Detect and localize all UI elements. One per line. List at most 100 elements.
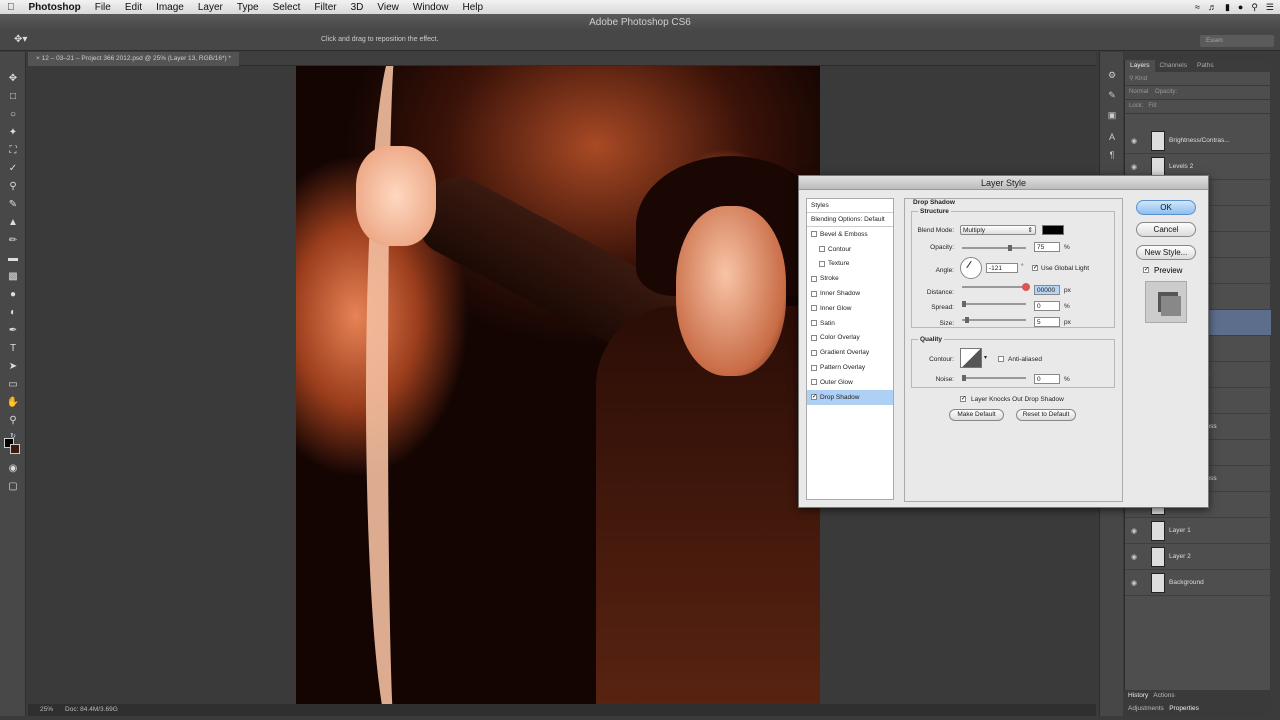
menu-type[interactable]: Type bbox=[230, 2, 266, 13]
style-checkbox[interactable] bbox=[811, 364, 817, 371]
pen-tool-icon[interactable]: ✒ bbox=[6, 324, 20, 338]
layer-blend-mode[interactable]: Normal bbox=[1129, 89, 1148, 95]
document-tab[interactable]: × 12 – 03–21 – Project 366 2012.psd @ 25… bbox=[28, 52, 240, 66]
apple-icon[interactable]:  bbox=[0, 2, 22, 13]
contour-dropdown-icon[interactable]: ▾ bbox=[984, 354, 987, 361]
layer-filter[interactable]: ⚲ Kind bbox=[1125, 72, 1270, 86]
style-item[interactable]: Pattern Overlay bbox=[807, 360, 893, 375]
new-style-button[interactable]: New Style... bbox=[1136, 245, 1196, 260]
stamp-tool-icon[interactable]: ▲ bbox=[6, 216, 20, 230]
style-item[interactable]: Stroke bbox=[807, 271, 893, 286]
history-panel-icon[interactable]: ⚙ bbox=[1106, 70, 1118, 82]
document-canvas-image[interactable] bbox=[296, 66, 820, 706]
style-checkbox[interactable] bbox=[811, 334, 817, 341]
style-checkbox[interactable] bbox=[811, 305, 817, 312]
style-item[interactable]: Outer Glow bbox=[807, 375, 893, 390]
visibility-eye-icon[interactable]: ◉ bbox=[1131, 527, 1137, 535]
style-item[interactable]: Gradient Overlay bbox=[807, 345, 893, 360]
style-checkbox[interactable] bbox=[811, 231, 817, 238]
noise-slider-knob[interactable] bbox=[962, 375, 966, 381]
angle-input[interactable]: -121 bbox=[986, 263, 1018, 273]
zoom-level[interactable]: 25% bbox=[40, 706, 53, 713]
brush-tool-icon[interactable]: ✎ bbox=[6, 198, 20, 212]
styles-header[interactable]: Styles bbox=[807, 199, 893, 213]
blend-mode-select[interactable]: Multiply ⇕ bbox=[960, 225, 1036, 235]
tab-properties[interactable]: Properties bbox=[1169, 705, 1199, 712]
quick-select-tool-icon[interactable]: ✦ bbox=[6, 126, 20, 140]
style-checkbox[interactable] bbox=[811, 290, 817, 297]
gradient-tool-icon[interactable]: ▩ bbox=[6, 270, 20, 284]
wifi-icon[interactable]: ≈ bbox=[1195, 2, 1200, 12]
style-item[interactable]: Bevel & Emboss bbox=[807, 227, 893, 242]
opacity-slider-knob[interactable] bbox=[1008, 245, 1012, 251]
path-select-tool-icon[interactable]: ➤ bbox=[6, 360, 20, 374]
move-tool-icon[interactable]: ✥▾ bbox=[14, 34, 27, 45]
marquee-tool-icon[interactable]: □ bbox=[6, 90, 20, 104]
volume-icon[interactable]: ♬ bbox=[1208, 2, 1217, 12]
knockout-checkbox[interactable] bbox=[960, 396, 966, 402]
noise-slider[interactable] bbox=[962, 375, 1026, 381]
cancel-button[interactable]: Cancel bbox=[1136, 222, 1196, 237]
workspace-switcher[interactable]: Essen bbox=[1200, 35, 1274, 47]
style-item[interactable]: Inner Shadow bbox=[807, 286, 893, 301]
menu-file[interactable]: File bbox=[88, 2, 118, 13]
menu-window[interactable]: Window bbox=[406, 2, 456, 13]
visibility-eye-icon[interactable]: ◉ bbox=[1131, 579, 1137, 587]
spotlight-icon[interactable]: ⚲ bbox=[1251, 2, 1258, 13]
blending-options[interactable]: Blending Options: Default bbox=[807, 213, 893, 227]
eyedropper-tool-icon[interactable]: ✓ bbox=[6, 162, 20, 176]
spread-input[interactable]: 0 bbox=[1034, 301, 1060, 311]
ok-button[interactable]: OK bbox=[1136, 200, 1196, 215]
tab-adjustments[interactable]: Adjustments bbox=[1128, 705, 1164, 712]
app-menu[interactable]: Photoshop bbox=[22, 2, 88, 13]
global-light-checkbox[interactable] bbox=[1032, 265, 1038, 271]
distance-slider[interactable] bbox=[962, 283, 1030, 291]
reset-default-button[interactable]: Reset to Default bbox=[1016, 409, 1076, 421]
type-tool-icon[interactable]: T bbox=[6, 342, 20, 356]
menu-filter[interactable]: Filter bbox=[307, 2, 343, 13]
blur-tool-icon[interactable]: ● bbox=[6, 288, 20, 302]
angle-dial[interactable] bbox=[960, 257, 982, 279]
shape-tool-icon[interactable]: ▭ bbox=[6, 378, 20, 392]
opacity-slider[interactable] bbox=[962, 245, 1026, 251]
menu-image[interactable]: Image bbox=[149, 2, 191, 13]
visibility-eye-icon[interactable]: ◉ bbox=[1131, 163, 1137, 171]
eraser-tool-icon[interactable]: ▬ bbox=[6, 252, 20, 266]
style-checkbox[interactable] bbox=[811, 275, 817, 282]
list-icon[interactable]: ☰ bbox=[1266, 2, 1274, 13]
layer-kind-filter[interactable]: Kind bbox=[1135, 76, 1147, 82]
distance-slider-knob[interactable] bbox=[1022, 283, 1030, 291]
style-checkbox[interactable] bbox=[811, 379, 817, 386]
style-item[interactable]: Texture bbox=[807, 257, 893, 272]
layer-row[interactable]: ◉ Layer 1 bbox=[1125, 518, 1271, 544]
history-brush-tool-icon[interactable]: ✏ bbox=[6, 234, 20, 248]
make-default-button[interactable]: Make Default bbox=[949, 409, 1004, 421]
menu-select[interactable]: Select bbox=[266, 2, 308, 13]
crop-tool-icon[interactable]: ⛶ bbox=[6, 144, 20, 158]
healing-tool-icon[interactable]: ⚲ bbox=[6, 180, 20, 194]
contour-picker[interactable] bbox=[960, 348, 982, 368]
menu-edit[interactable]: Edit bbox=[118, 2, 149, 13]
layer-row[interactable]: ◉ Layer 2 bbox=[1125, 544, 1271, 570]
style-item[interactable]: Inner Glow bbox=[807, 301, 893, 316]
tab-history[interactable]: History bbox=[1128, 692, 1148, 699]
style-checkbox[interactable] bbox=[819, 260, 825, 267]
size-input[interactable]: 5 bbox=[1034, 317, 1060, 327]
brush-panel-icon[interactable]: ✎ bbox=[1106, 90, 1118, 102]
tab-layers[interactable]: Layers bbox=[1125, 60, 1155, 72]
user-icon[interactable]: ● bbox=[1238, 2, 1243, 12]
tab-channels[interactable]: Channels bbox=[1155, 60, 1192, 72]
style-item[interactable]: Contour bbox=[807, 242, 893, 257]
menu-view[interactable]: View bbox=[370, 2, 406, 13]
size-slider-knob[interactable] bbox=[965, 317, 969, 323]
lasso-tool-icon[interactable]: ○ bbox=[6, 108, 20, 122]
style-item[interactable]: Drop Shadow bbox=[807, 389, 893, 405]
style-checkbox[interactable] bbox=[811, 394, 817, 401]
quick-mask-icon[interactable]: ◉ bbox=[6, 462, 20, 476]
character-panel-icon[interactable]: A bbox=[1106, 132, 1118, 144]
style-item[interactable]: Satin bbox=[807, 316, 893, 331]
visibility-eye-icon[interactable]: ◉ bbox=[1131, 553, 1137, 561]
preview-checkbox[interactable] bbox=[1143, 267, 1149, 273]
style-item[interactable]: Color Overlay bbox=[807, 331, 893, 346]
hand-tool-icon[interactable]: ✋ bbox=[6, 396, 20, 410]
